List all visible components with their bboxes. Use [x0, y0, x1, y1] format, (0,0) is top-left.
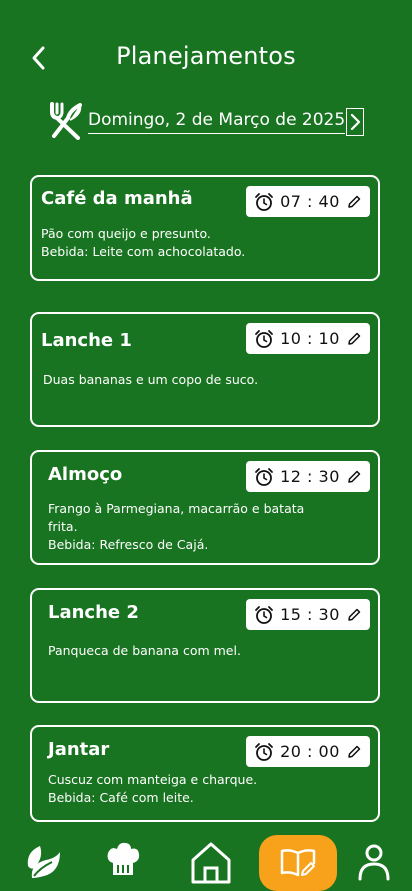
date-selector: Domingo, 2 de Março de 2025: [48, 102, 368, 142]
leaves-icon: [27, 846, 60, 878]
meal-time: 07 : 40: [280, 192, 340, 211]
time-field[interactable]: 20 : 00: [246, 736, 370, 767]
meal-description: Duas bananas e um copo de suco.: [43, 371, 343, 389]
meal-description: Pão com queijo e presunto. Bebida: Leite…: [41, 225, 341, 261]
meal-card[interactable]: Lanche 1 10 : 10 Duas bananas e um copo …: [30, 312, 380, 427]
alarm-clock-icon: [255, 192, 273, 211]
edit-pencil-icon[interactable]: [346, 194, 362, 210]
date-label[interactable]: Domingo, 2 de Março de 2025: [88, 110, 346, 134]
fork-knife-icon: [50, 102, 82, 140]
meal-time: 20 : 00: [280, 742, 340, 761]
edit-pencil-icon[interactable]: [346, 744, 362, 760]
meal-time: 10 : 10: [280, 329, 340, 348]
time-field[interactable]: 12 : 30: [246, 461, 370, 492]
home-icon: [191, 842, 231, 884]
meal-description-line: Bebida: Refresco de Cajá.: [48, 537, 209, 552]
meal-title: Lanche 1: [41, 330, 132, 351]
meal-description-line: Duas bananas e um copo de suco.: [43, 372, 259, 387]
meal-title: Lanche 2: [48, 602, 139, 623]
meal-title: Café da manhã: [41, 188, 193, 209]
book-edit-icon: [280, 849, 316, 877]
nav-item-chef[interactable]: [103, 840, 143, 880]
time-field[interactable]: 10 : 10: [246, 323, 370, 354]
alarm-clock-icon: [255, 742, 273, 761]
nav-item-profile[interactable]: [354, 842, 394, 882]
meal-time: 15 : 30: [280, 605, 340, 624]
time-field[interactable]: 15 : 30: [246, 599, 370, 630]
meal-description-line: Bebida: Café com leite.: [48, 790, 194, 805]
meal-card[interactable]: Café da manhã 07 : 40 Pão com queijo e p…: [30, 175, 380, 281]
alarm-clock-icon: [255, 467, 273, 486]
nav-item-leaves[interactable]: [20, 840, 64, 884]
chef-hat-icon: [107, 842, 140, 875]
next-day-button[interactable]: [346, 108, 364, 136]
meal-description: Panqueca de banana com mel.: [48, 642, 348, 660]
meal-description-line: Bebida: Leite com achocolatado.: [41, 244, 246, 259]
alarm-clock-icon: [255, 329, 273, 348]
edit-pencil-icon[interactable]: [346, 607, 362, 623]
meal-title: Jantar: [48, 739, 110, 760]
bottom-nav: [0, 826, 412, 891]
meal-time: 12 : 30: [280, 467, 340, 486]
edit-pencil-icon[interactable]: [346, 331, 362, 347]
meal-description: Cuscuz com manteiga e charque. Bebida: C…: [48, 771, 348, 807]
time-field[interactable]: 07 : 40: [246, 186, 370, 217]
chevron-right-icon: [350, 113, 361, 131]
nav-item-home[interactable]: [189, 840, 233, 884]
meal-description: Frango à Parmegiana, macarrão e batata f…: [48, 500, 348, 554]
meal-description-line: frita.: [48, 519, 78, 534]
meal-card[interactable]: Jantar 20 : 00 Cuscuz com manteiga e cha…: [30, 725, 380, 822]
meal-description-line: Cuscuz com manteiga e charque.: [48, 772, 258, 787]
meal-description-line: Frango à Parmegiana, macarrão e batata: [48, 501, 305, 516]
header: Planejamentos: [0, 0, 412, 100]
meal-card[interactable]: Lanche 2 15 : 30 Panqueca de banana com …: [30, 588, 380, 703]
user-icon: [358, 844, 390, 881]
meal-description-line: Panqueca de banana com mel.: [48, 643, 241, 658]
nav-item-planning[interactable]: [259, 835, 337, 891]
meal-description-line: Pão com queijo e presunto.: [41, 226, 211, 241]
page-title: Planejamentos: [116, 42, 296, 70]
meal-title: Almoço: [48, 464, 123, 485]
edit-pencil-icon[interactable]: [346, 469, 362, 485]
meal-card[interactable]: Almoço 12 : 30 Frango à Parmegiana, maca…: [30, 450, 380, 565]
alarm-clock-icon: [255, 605, 273, 624]
